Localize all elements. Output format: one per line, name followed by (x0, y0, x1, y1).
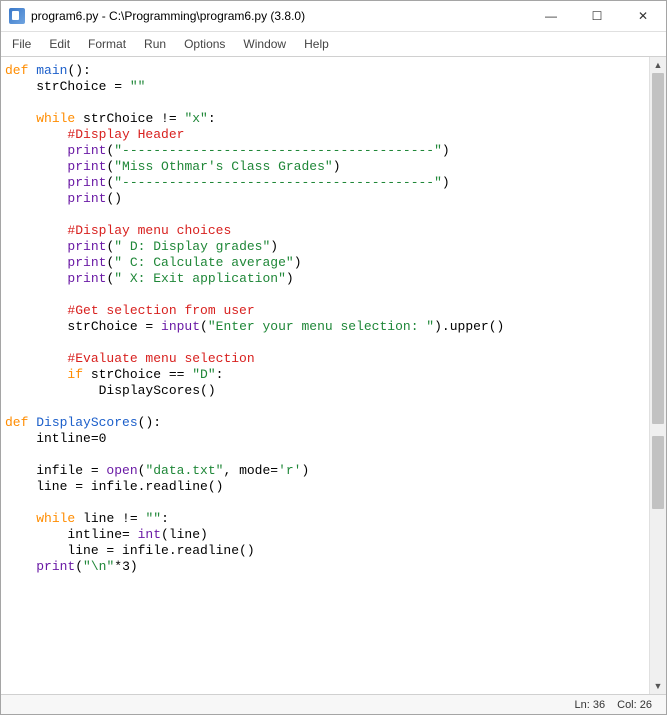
idle-window: program6.py - C:\Programming\program6.py… (0, 0, 667, 715)
close-icon: ✕ (638, 9, 648, 23)
menu-run[interactable]: Run (135, 34, 175, 54)
statusbar: Ln: 36 Col: 26 (1, 694, 666, 714)
status-col: Col: 26 (611, 699, 658, 711)
titlebar[interactable]: program6.py - C:\Programming\program6.py… (1, 1, 666, 32)
scroll-thumb[interactable] (652, 436, 664, 509)
scroll-track[interactable] (650, 73, 666, 678)
menu-window[interactable]: Window (234, 34, 295, 54)
menu-help[interactable]: Help (295, 34, 338, 54)
menubar: File Edit Format Run Options Window Help (1, 32, 666, 57)
scroll-down-button[interactable]: ▼ (650, 678, 666, 694)
chevron-up-icon: ▲ (654, 60, 663, 70)
menu-options[interactable]: Options (175, 34, 234, 54)
minimize-icon: — (545, 9, 557, 23)
status-line: Ln: 36 (569, 699, 612, 711)
scroll-thumb[interactable] (652, 73, 664, 424)
maximize-button[interactable]: ☐ (574, 1, 620, 31)
menu-file[interactable]: File (3, 34, 40, 54)
maximize-icon: ☐ (592, 9, 603, 23)
app-icon (9, 8, 25, 24)
vertical-scrollbar[interactable]: ▲ ▼ (649, 57, 666, 694)
menu-format[interactable]: Format (79, 34, 135, 54)
close-button[interactable]: ✕ (620, 1, 666, 31)
window-title: program6.py - C:\Programming\program6.py… (31, 9, 305, 23)
scroll-up-button[interactable]: ▲ (650, 57, 666, 73)
minimize-button[interactable]: — (528, 1, 574, 31)
code-content[interactable]: def main(): strChoice = "" while strChoi… (1, 57, 666, 581)
menu-edit[interactable]: Edit (40, 34, 79, 54)
editor-area[interactable]: def main(): strChoice = "" while strChoi… (1, 57, 666, 694)
chevron-down-icon: ▼ (654, 681, 663, 691)
